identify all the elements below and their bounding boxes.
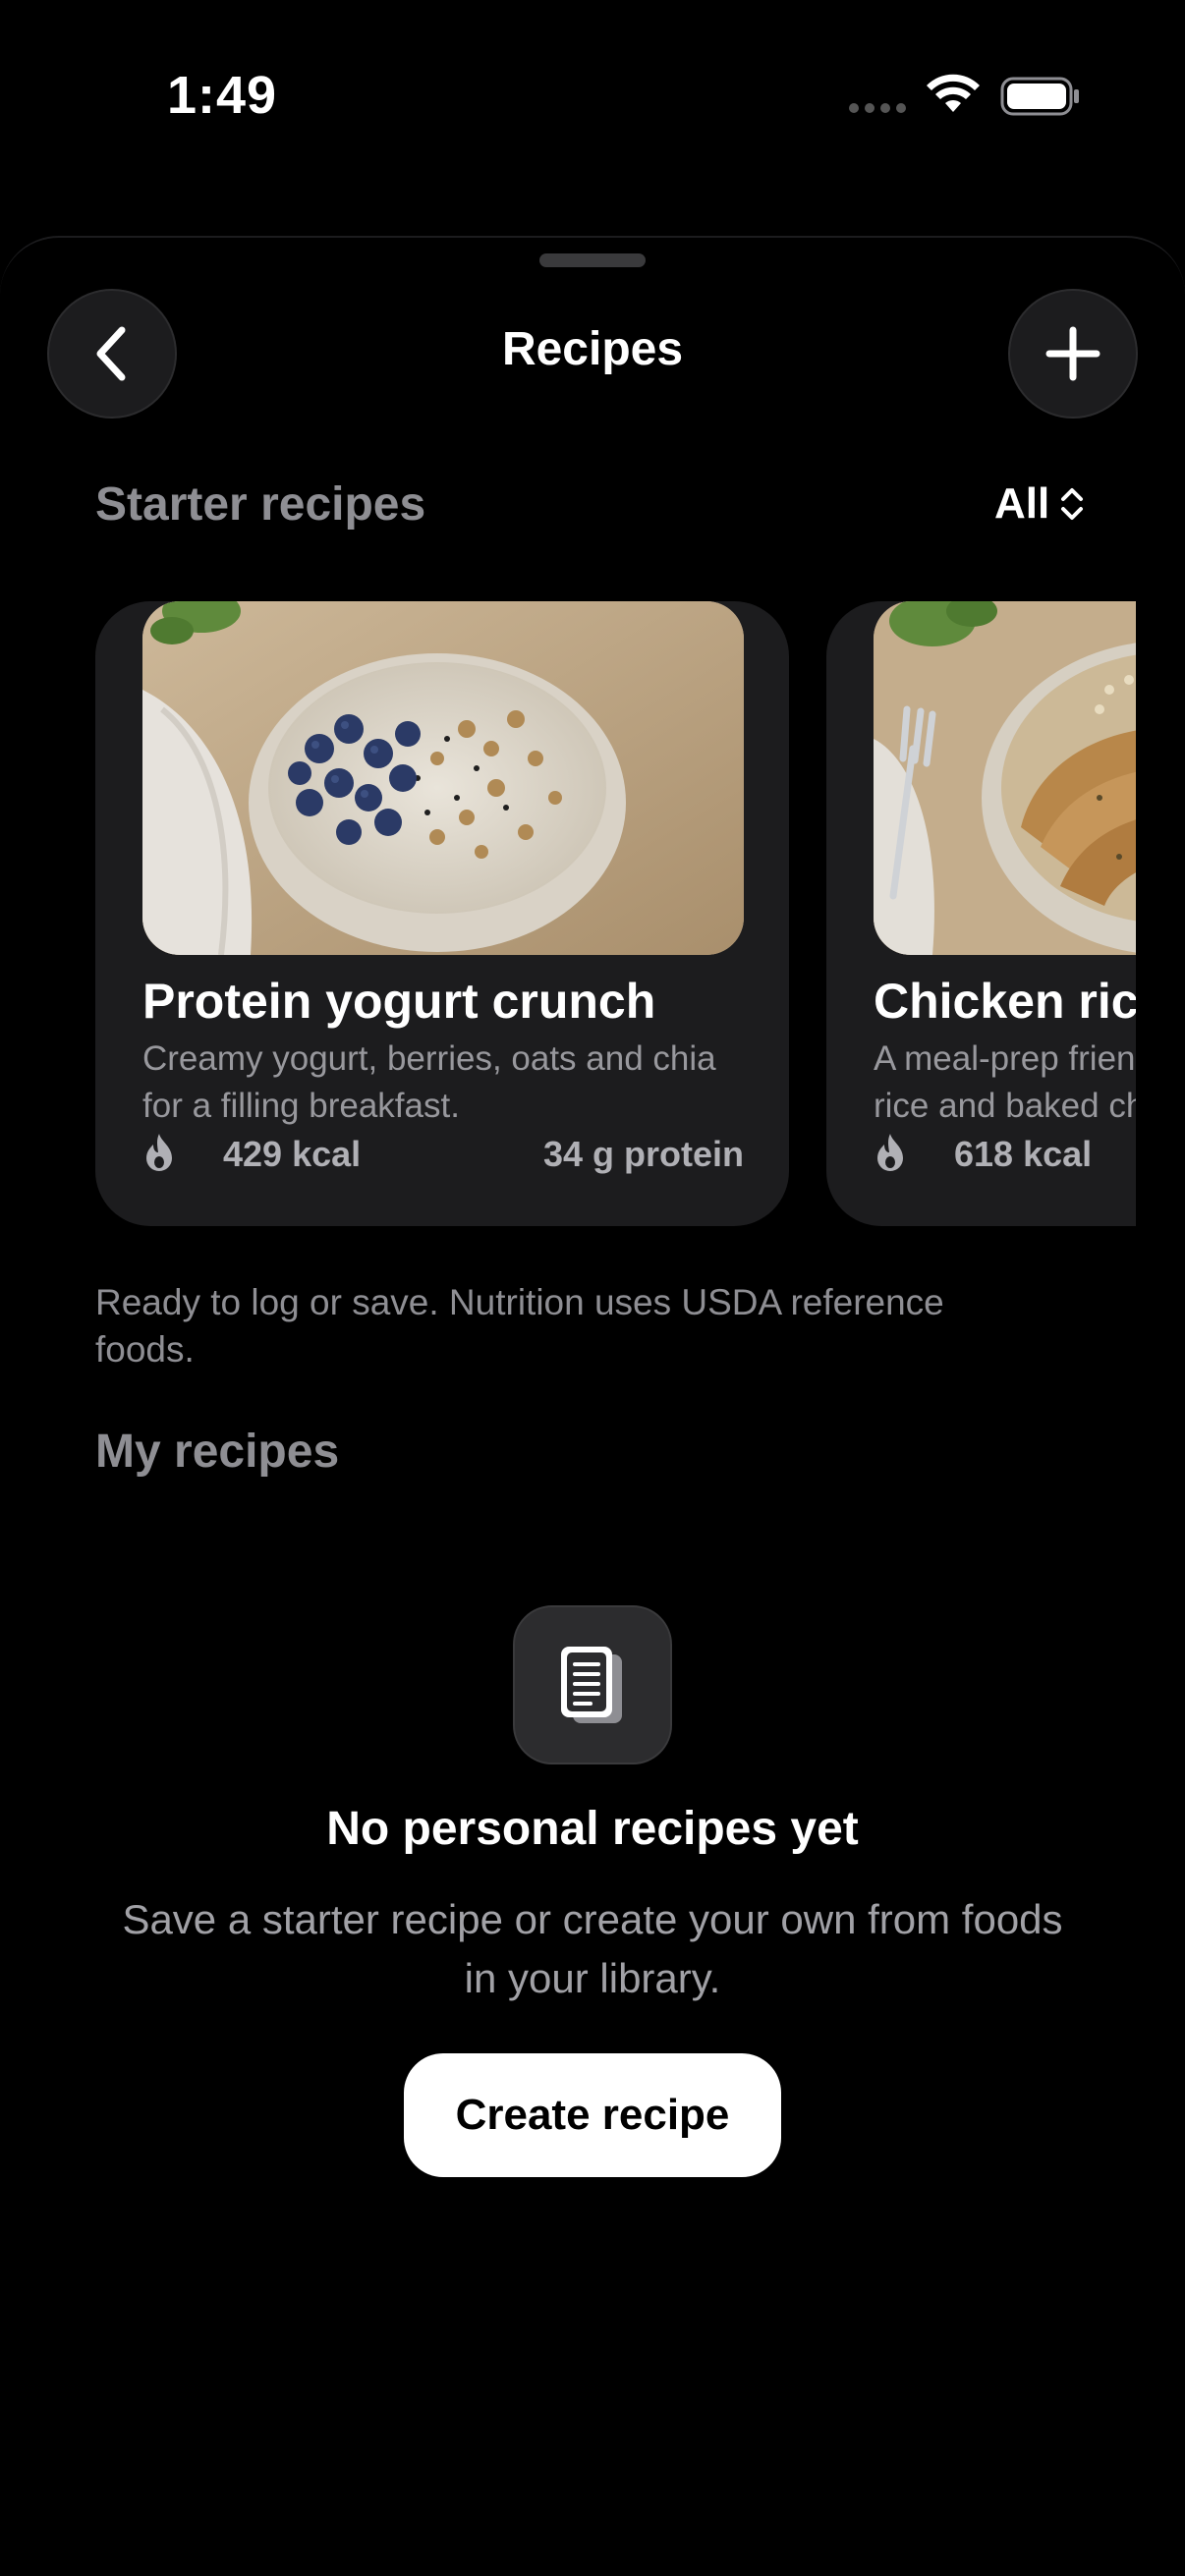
recipes-sheet: Recipes Starter recipes All Protein yogu…: [0, 236, 1185, 2576]
chevron-up-down-icon: [1061, 488, 1084, 520]
recipe-description: A meal-prep friendly bowl with brown ric…: [874, 1039, 1136, 1125]
recipe-image-yogurt-bowl: [142, 601, 744, 955]
recipe-description: Creamy yogurt, berries, oats and chia fo…: [142, 1039, 716, 1125]
status-time: 1:49: [167, 66, 278, 125]
recipe-nutrition: 429 kcal 34 g protein: [142, 1128, 744, 1179]
plus-icon: [1045, 326, 1100, 381]
recipe-calories: 429 kcal: [223, 1134, 362, 1174]
status-bar: 1:49: [0, 0, 1185, 187]
recipe-nutrition: 618 kcal: [874, 1128, 1136, 1179]
flame-icon: [146, 1134, 172, 1171]
battery-icon: [1000, 77, 1079, 116]
sheet-grabber[interactable]: [539, 253, 646, 267]
recipe-calories: 618 kcal: [954, 1134, 1093, 1174]
recipe-card[interactable]: Chicken rice A meal-prep friendly bowl w…: [826, 601, 1136, 1226]
signal-dots-icon: [849, 103, 906, 115]
recipe-title: Protein yogurt crunch: [142, 974, 656, 1029]
filter-dropdown[interactable]: All: [994, 479, 1085, 529]
starter-recipes-carousel[interactable]: Protein yogurt crunch Creamy yogurt, ber…: [95, 601, 1136, 1226]
starter-note: Ready to log or save. Nutrition uses USD…: [95, 1282, 944, 1370]
recipe-protein: 34 g protein: [542, 1134, 744, 1174]
recipe-image-chicken-rice: [874, 601, 1136, 955]
my-recipes-title: My recipes: [95, 1426, 340, 1478]
flame-icon: [877, 1134, 903, 1171]
empty-state-description: Save a starter recipe or create your own…: [122, 1896, 1063, 2001]
empty-state-title: No personal recipes yet: [326, 1803, 859, 1855]
filter-label: All: [994, 479, 1050, 528]
starter-recipes-title: Starter recipes: [95, 478, 426, 531]
document-icon: [513, 1605, 672, 1764]
add-recipe-button[interactable]: [1008, 289, 1138, 419]
create-recipe-button[interactable]: Create recipe: [404, 2053, 781, 2177]
wifi-icon: [927, 74, 980, 112]
recipe-card[interactable]: Protein yogurt crunch Creamy yogurt, ber…: [95, 601, 789, 1226]
recipe-title: Chicken rice: [874, 974, 1136, 1029]
